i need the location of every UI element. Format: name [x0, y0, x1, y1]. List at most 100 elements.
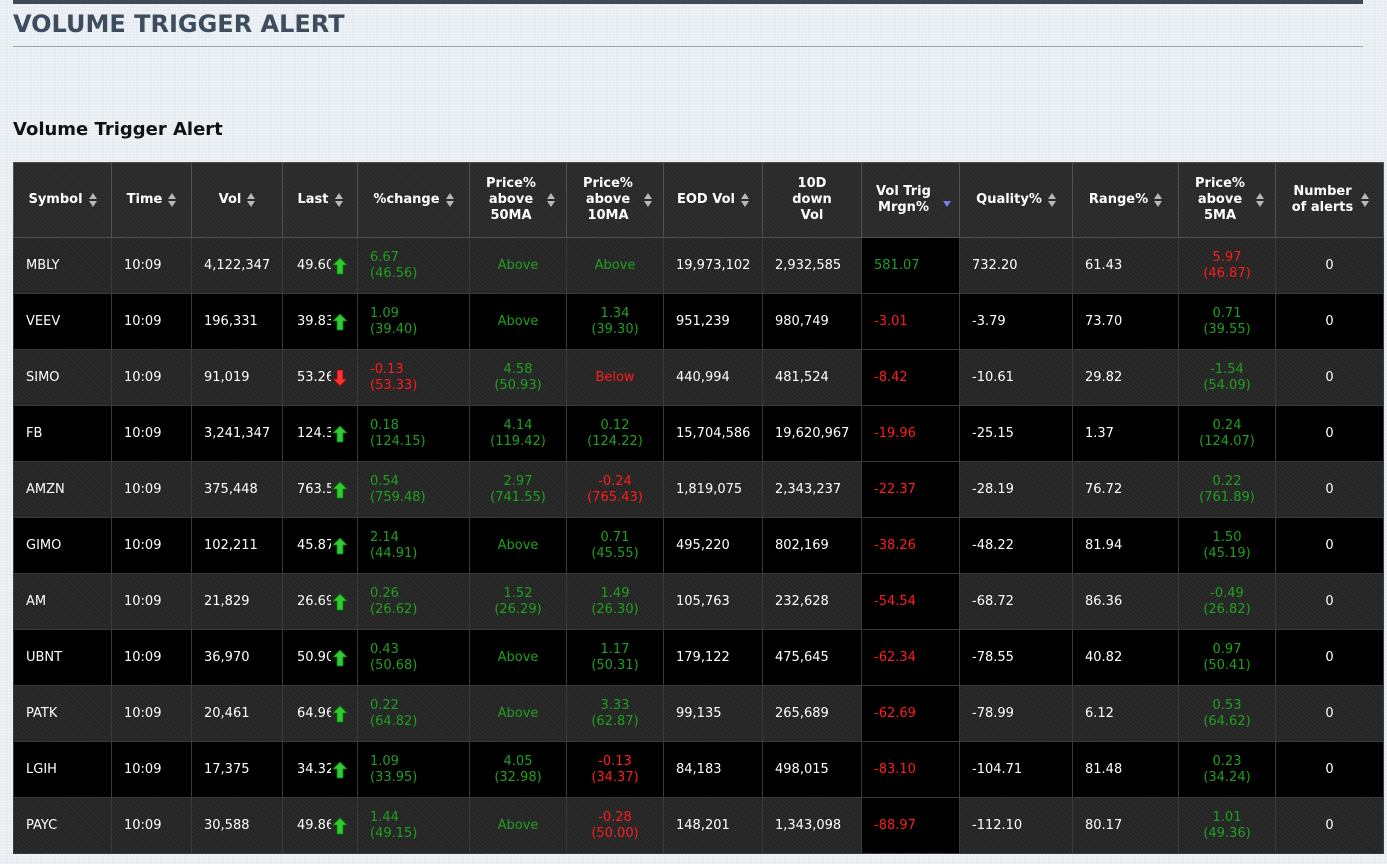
column-header-vtm[interactable]: Vol Trig Mrgn% — [861, 162, 960, 238]
alerts-count-cell-value: 0 — [1325, 594, 1334, 609]
sort-icon[interactable] — [1256, 193, 1264, 207]
above-50ma-cell: 2.97 (741.55) — [469, 461, 567, 518]
above-10ma-cell-value: -0.28 (50.00) — [591, 809, 639, 841]
table-row[interactable]: FB 10:09 3,241,347 124.3 0.18 (124.15) 4.14 (… — [13, 405, 1384, 462]
table-row[interactable]: PATK 10:09 20,461 64.96 0.22 (64.82) Above 3.3… — [13, 685, 1384, 742]
alerts-count-cell: 0 — [1275, 405, 1384, 462]
vol-cell-value: 21,829 — [204, 594, 250, 609]
column-header-ma5[interactable]: Price% above 5MA — [1178, 162, 1276, 238]
column-header-ma10[interactable]: Price% above 10MA — [566, 162, 664, 238]
column-header-ma50[interactable]: Price% above 50MA — [469, 162, 567, 238]
sort-icon[interactable] — [445, 192, 454, 207]
above-50ma-cell: Above — [469, 629, 567, 686]
range-cell: 6.12 — [1072, 685, 1179, 742]
column-header-alerts[interactable]: Number of alerts — [1275, 162, 1384, 238]
sort-icon[interactable] — [334, 192, 343, 207]
alerts-count-cell: 0 — [1275, 237, 1384, 294]
time-cell-value: 10:09 — [124, 370, 162, 385]
column-header-eod[interactable]: EOD Vol — [663, 162, 763, 238]
table-row[interactable]: PAYC 10:09 30,588 49.86 1.44 (49.15) Above -0.… — [13, 797, 1384, 854]
table-row[interactable]: GIMO 10:09 102,211 45.87 2.14 (44.91) Above 0.… — [13, 517, 1384, 574]
vol-trig-margin-cell-value: -19.96 — [874, 425, 916, 441]
symbol-cell: LGIH — [13, 741, 112, 798]
last-price-value: 49.60 — [297, 258, 331, 273]
alerts-count-cell: 0 — [1275, 349, 1384, 406]
ten-day-down-vol-cell: 802,169 — [762, 517, 862, 574]
range-cell-value: 86.36 — [1085, 594, 1123, 609]
above-10ma-cell: Above — [566, 237, 664, 294]
sort-icon[interactable] — [247, 192, 256, 207]
range-cell-value: 76.72 — [1085, 482, 1123, 497]
column-header-last[interactable]: Last — [282, 162, 358, 238]
column-header-time[interactable]: Time — [111, 162, 192, 238]
eod-vol-cell: 99,135 — [663, 685, 763, 742]
table-row[interactable]: AM 10:09 21,829 26.69 0.26 (26.62) 1.52 (26.2… — [13, 573, 1384, 630]
column-header-vol[interactable]: Vol — [191, 162, 283, 238]
table-row[interactable]: UBNT 10:09 36,970 50.90 0.43 (50.68) Above 1.1… — [13, 629, 1384, 686]
table-row[interactable]: SIMO 10:09 91,019 53.26 -0.13 (53.33) 4.58 (5… — [13, 349, 1384, 406]
symbol-cell-value: VEEV — [26, 314, 61, 329]
last-price-value: 45.87 — [297, 538, 331, 553]
ten-day-down-vol-cell: 1,343,098 — [762, 797, 862, 854]
above-50ma-cell-value: 4.58 (50.93) — [494, 361, 542, 393]
above-10ma-cell-value: Above — [594, 257, 636, 273]
above-50ma-cell: 4.05 (32.98) — [469, 741, 567, 798]
above-50ma-cell-value: 2.97 (741.55) — [490, 473, 546, 505]
column-header-label: Time — [126, 191, 163, 207]
column-header-range[interactable]: Range% — [1072, 162, 1179, 238]
table-row[interactable]: MBLY 10:09 4,122,347 49.60 6.67 (46.56) Above… — [13, 237, 1384, 294]
above-10ma-cell-value: -0.13 (34.37) — [591, 753, 639, 785]
vol-cell: 20,461 — [191, 685, 283, 742]
sort-icon[interactable] — [547, 193, 555, 207]
time-cell-value: 10:09 — [124, 314, 162, 329]
column-header-symbol[interactable]: Symbol — [13, 162, 112, 238]
above-5ma-cell-value: 1.01 (49.36) — [1203, 809, 1251, 841]
sort-icon[interactable] — [88, 192, 97, 207]
sort-icon[interactable] — [1047, 192, 1056, 207]
above-50ma-cell-value: Above — [497, 649, 539, 665]
ten-day-down-vol-cell-value: 265,689 — [775, 706, 829, 721]
sort-icon[interactable] — [168, 192, 177, 207]
above-5ma-cell-value: 0.53 (64.62) — [1203, 697, 1251, 729]
quality-cell-value: -112.10 — [972, 818, 1023, 833]
arrow-up-icon — [332, 760, 348, 779]
pct-change-cell-value: 0.18 (124.15) — [370, 417, 426, 449]
eod-vol-cell-value: 148,201 — [676, 818, 730, 833]
above-50ma-cell: 1.52 (26.29) — [469, 573, 567, 630]
range-cell-value: 81.48 — [1085, 762, 1123, 777]
column-header-chg[interactable]: %change — [357, 162, 470, 238]
eod-vol-cell-value: 440,994 — [676, 370, 730, 385]
eod-vol-cell: 19,973,102 — [663, 237, 763, 294]
above-50ma-cell-value: 4.05 (32.98) — [494, 753, 542, 785]
pct-change-cell: 0.22 (64.82) — [357, 685, 470, 742]
alerts-count-cell-value: 0 — [1325, 706, 1334, 721]
ten-day-down-vol-cell: 265,689 — [762, 685, 862, 742]
above-10ma-cell-value: 0.12 (124.22) — [587, 417, 643, 449]
last-price-cell: 26.69 — [282, 573, 358, 630]
last-price-cell: 39.83 — [282, 293, 358, 350]
above-5ma-cell: 0.24 (124.07) — [1178, 405, 1276, 462]
sort-icon[interactable] — [1154, 192, 1163, 207]
table-row[interactable]: LGIH 10:09 17,375 34.32 1.09 (33.95) 4.05 (32… — [13, 741, 1384, 798]
symbol-cell: PAYC — [13, 797, 112, 854]
sort-icon[interactable] — [1360, 193, 1369, 207]
column-header-d10[interactable]: 10D down Vol — [762, 162, 862, 238]
last-price-value: 53.26 — [297, 370, 331, 385]
column-header-quality[interactable]: Quality% — [959, 162, 1073, 238]
pct-change-cell-value: 0.54 (759.48) — [370, 473, 426, 505]
quality-cell: -78.99 — [959, 685, 1073, 742]
alerts-count-cell: 0 — [1275, 741, 1384, 798]
time-cell: 10:09 — [111, 629, 192, 686]
vol-cell: 17,375 — [191, 741, 283, 798]
sort-descending-icon[interactable] — [942, 193, 951, 207]
pct-change-cell-value: -0.13 (53.33) — [370, 361, 418, 393]
vol-trig-margin-cell: -88.97 — [861, 797, 960, 854]
table-row[interactable]: VEEV 10:09 196,331 39.83 1.09 (39.40) Above 1.… — [13, 293, 1384, 350]
column-header-label: Quality% — [976, 191, 1042, 207]
above-5ma-cell-value: -1.54 (54.09) — [1203, 361, 1251, 393]
sort-icon[interactable] — [741, 192, 749, 207]
table-row[interactable]: AMZN 10:09 375,448 763.5 0.54 (759.48) 2.97 (… — [13, 461, 1384, 518]
eod-vol-cell: 440,994 — [663, 349, 763, 406]
sort-icon[interactable] — [644, 193, 652, 207]
time-cell-value: 10:09 — [124, 762, 162, 777]
